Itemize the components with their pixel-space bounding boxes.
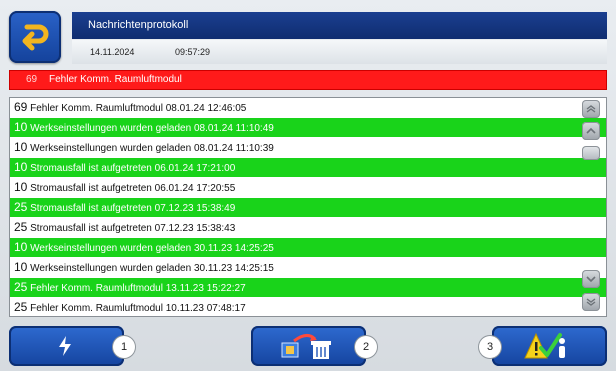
alarm-code: 69	[26, 74, 38, 85]
datetime-bar: 14.11.2024 09:57:29	[72, 40, 607, 64]
active-alarm-banner[interactable]: 69 Fehler Komm. Raumluftmodul	[9, 70, 607, 90]
bottom-toolbar: 1 2 3	[0, 324, 616, 371]
button-number-1: 1	[113, 336, 135, 358]
warning-info-icon	[524, 332, 565, 359]
message-code: 10	[14, 160, 28, 174]
archive-delete-icon	[281, 334, 331, 359]
button-number-3: 3	[479, 336, 501, 358]
scroll-up-button[interactable]	[582, 122, 600, 140]
message-row[interactable]: 10 Werkseinstellungen wurden geladen 08.…	[10, 138, 606, 157]
message-text: Fehler Komm. Raumluftmodul 08.01.24 12:4…	[30, 103, 247, 114]
scroll-bottom-button[interactable]	[582, 293, 600, 311]
warning-info-button[interactable]	[492, 326, 607, 366]
message-code: 25	[14, 280, 28, 294]
message-code: 25	[14, 220, 28, 234]
double-chevron-up-icon	[586, 105, 596, 113]
message-text: Werkseinstellungen wurden geladen 30.11.…	[30, 263, 274, 274]
message-text: Fehler Komm. Raumluftmodul 10.11.23 07:4…	[30, 303, 246, 314]
message-text: Stromausfall ist aufgetreten 07.12.23 15…	[30, 223, 236, 234]
message-row[interactable]: 10 Stromausfall ist aufgetreten 06.01.24…	[10, 178, 606, 197]
message-text: Stromausfall ist aufgetreten 06.01.24 17…	[30, 163, 236, 174]
message-row[interactable]: 10 Stromausfall ist aufgetreten 06.01.24…	[10, 158, 606, 177]
scroll-top-button[interactable]	[582, 100, 600, 118]
message-code: 10	[14, 140, 28, 154]
scroll-thumb[interactable]	[582, 146, 600, 160]
message-code: 10	[14, 240, 28, 254]
lightning-icon	[59, 336, 71, 356]
archive-delete-button[interactable]	[251, 326, 366, 366]
message-row[interactable]: 25 Stromausfall ist aufgetreten 07.12.23…	[10, 218, 606, 237]
message-code: 25	[14, 300, 28, 314]
message-text: Werkseinstellungen wurden geladen 08.01.…	[30, 123, 274, 134]
scroll-down-button[interactable]	[582, 270, 600, 288]
message-text: Fehler Komm. Raumluftmodul 13.11.23 15:2…	[30, 283, 246, 294]
back-button[interactable]	[9, 11, 61, 63]
message-code: 25	[14, 200, 28, 214]
message-text: Werkseinstellungen wurden geladen 08.01.…	[30, 143, 274, 154]
double-chevron-down-icon	[586, 298, 596, 306]
alarm-text: Fehler Komm. Raumluftmodul	[49, 74, 182, 85]
back-arrow-icon	[22, 24, 49, 51]
screen: Nachrichtenprotokoll 14.11.2024 09:57:29…	[0, 0, 616, 371]
button-number-2: 2	[355, 336, 377, 358]
message-row[interactable]: 25 Fehler Komm. Raumluftmodul 10.11.23 0…	[10, 298, 606, 316]
chevron-up-icon	[586, 127, 596, 134]
message-code: 10	[14, 180, 28, 194]
message-text: Werkseinstellungen wurden geladen 30.11.…	[30, 243, 274, 254]
message-code: 10	[14, 120, 28, 134]
page-title: Nachrichtenprotokoll	[72, 12, 607, 39]
message-code: 10	[14, 260, 28, 274]
message-row[interactable]: 69 Fehler Komm. Raumluftmodul 08.01.24 1…	[10, 98, 606, 117]
message-row[interactable]: 10 Werkseinstellungen wurden geladen 08.…	[10, 118, 606, 137]
current-time: 09:57:29	[175, 47, 211, 57]
list-scrollbar[interactable]	[582, 98, 600, 316]
message-code: 69	[14, 100, 28, 114]
message-list[interactable]: 69 Fehler Komm. Raumluftmodul 08.01.24 1…	[9, 97, 607, 317]
message-row[interactable]: 10 Werkseinstellungen wurden geladen 30.…	[10, 238, 606, 257]
message-row[interactable]: 25 Fehler Komm. Raumluftmodul 13.11.23 1…	[10, 278, 606, 297]
message-text: Stromausfall ist aufgetreten 06.01.24 17…	[30, 183, 236, 194]
lightning-button[interactable]	[9, 326, 124, 366]
message-row[interactable]: 25 Stromausfall ist aufgetreten 07.12.23…	[10, 198, 606, 217]
message-text: Stromausfall ist aufgetreten 07.12.23 15…	[30, 203, 236, 214]
current-date: 14.11.2024	[90, 47, 135, 57]
message-row[interactable]: 10 Werkseinstellungen wurden geladen 30.…	[10, 258, 606, 277]
chevron-down-icon	[586, 276, 596, 283]
